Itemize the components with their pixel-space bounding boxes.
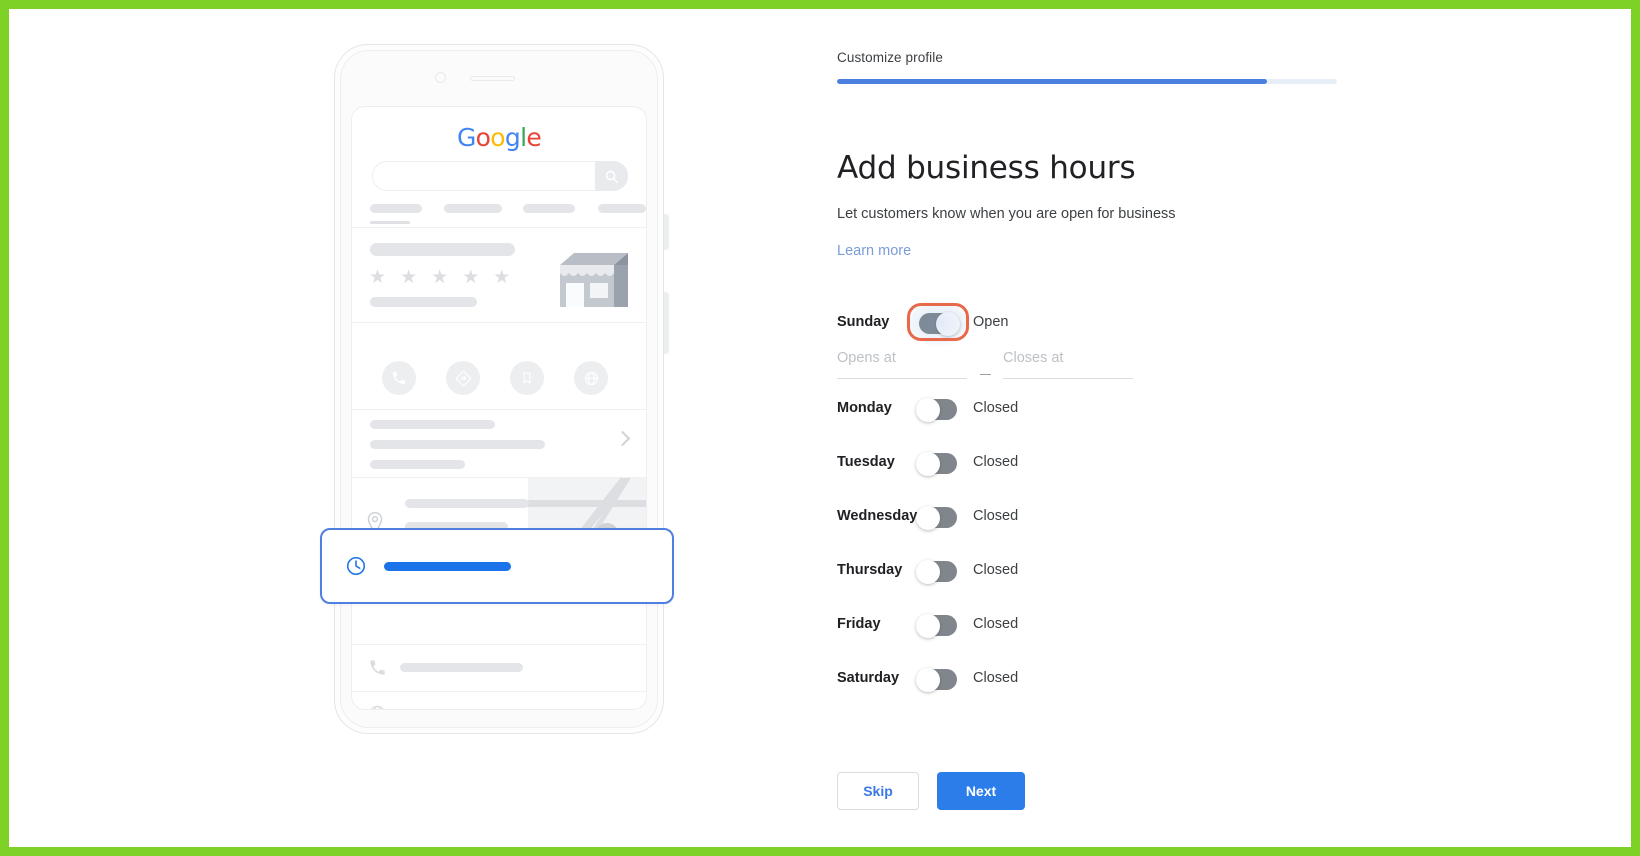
day-state-label-wednesday: Closed [973, 508, 1019, 524]
toggle-knob [916, 505, 940, 530]
time-range-separator [980, 373, 991, 375]
page-canvas: Google ★ ★ ★ ★ ★ Customize profile Add b… [9, 9, 1631, 847]
day-row-tuesday: Tuesday Closed [837, 445, 1237, 499]
day-label-saturday: Saturday [837, 670, 900, 686]
preview-rating-stars: ★ ★ ★ ★ ★ [369, 266, 515, 288]
toggle-knob [916, 451, 940, 476]
page-title: Add business hours [837, 149, 1136, 186]
website-icon [371, 705, 384, 709]
preview-active-tab-underline [370, 221, 410, 224]
clock-icon [346, 556, 366, 576]
preview-business-hours-highlight-card [320, 528, 674, 604]
preview-action-icons-row [352, 361, 646, 399]
phone-screen: Google ★ ★ ★ ★ ★ [351, 106, 647, 710]
day-label-friday: Friday [837, 616, 881, 632]
preview-business-name-placeholder [370, 243, 515, 256]
day-row-sunday: Sunday Open [837, 299, 1237, 391]
preview-website-line [400, 709, 531, 710]
directions-icon [446, 361, 480, 395]
day-row-thursday: Thursday Closed [837, 553, 1237, 607]
day-label-thursday: Thursday [837, 562, 903, 578]
friday-open-toggle[interactable] [916, 613, 957, 638]
search-icon [595, 161, 628, 191]
onboarding-form-panel: Customize profile Add business hours Let… [837, 9, 1477, 847]
preview-list-line [370, 420, 495, 429]
tuesday-open-toggle[interactable] [916, 451, 957, 476]
next-button[interactable]: Next [937, 772, 1025, 810]
closes-at-input[interactable] [1003, 350, 1133, 366]
step-label: Customize profile [837, 50, 943, 65]
divider [352, 691, 646, 692]
preview-business-subtitle-placeholder [370, 297, 477, 307]
phone-camera-icon [435, 72, 446, 83]
preview-list-line [370, 440, 545, 449]
phone-speaker-grille [470, 76, 515, 81]
opens-at-input[interactable] [837, 350, 967, 366]
day-label-tuesday: Tuesday [837, 454, 895, 470]
toggle-knob [916, 559, 940, 584]
preview-hours-accent-bar [384, 561, 511, 571]
thursday-open-toggle[interactable] [916, 559, 957, 584]
annotated-screenshot-frame: Google ★ ★ ★ ★ ★ Customize profile Add b… [0, 0, 1640, 856]
page-description: Let customers know when you are open for… [837, 206, 1176, 222]
closes-at-field[interactable] [1003, 349, 1133, 379]
day-state-label-monday: Closed [973, 400, 1019, 416]
day-state-label-thursday: Closed [973, 562, 1019, 578]
chevron-right-icon [614, 430, 631, 447]
opens-at-field[interactable] [837, 349, 967, 379]
divider [352, 644, 646, 645]
day-row-saturday: Saturday Closed [837, 661, 1237, 715]
progress-bar-track [837, 79, 1337, 84]
toggle-knob [916, 667, 940, 692]
divider [352, 409, 646, 410]
day-label-wednesday: Wednesday [837, 508, 918, 524]
phone-icon [382, 361, 416, 395]
website-icon [574, 361, 608, 395]
divider [352, 322, 646, 323]
form-action-buttons: Skip Next [837, 772, 1025, 810]
phone-preview-mockup: Google ★ ★ ★ ★ ★ [334, 44, 669, 734]
day-row-monday: Monday Closed [837, 391, 1237, 445]
preview-address-line [405, 499, 529, 508]
learn-more-link[interactable]: Learn more [837, 243, 911, 259]
saturday-open-toggle[interactable] [916, 667, 957, 692]
divider [352, 227, 646, 228]
phone-icon [370, 660, 385, 675]
day-label-monday: Monday [837, 400, 892, 416]
storefront-illustration [552, 243, 628, 312]
skip-button[interactable]: Skip [837, 772, 919, 810]
day-row-wednesday: Wednesday Closed [837, 499, 1237, 553]
time-range-fields [837, 347, 1137, 379]
preview-list-line [370, 460, 465, 469]
progress-bar-fill [837, 79, 1267, 84]
business-hours-day-list: SundayOpenMondayClosedTuesdayClosedWedne… [837, 299, 1237, 715]
wednesday-open-toggle[interactable] [916, 505, 957, 530]
day-label-sunday: Sunday [837, 314, 890, 330]
day-state-label-tuesday: Closed [973, 454, 1019, 470]
preview-phone-line [400, 663, 523, 672]
preview-search-input [372, 161, 628, 191]
bookmark-icon [510, 361, 544, 395]
toggle-knob [916, 613, 940, 638]
day-state-label-sunday: Open [973, 314, 1009, 330]
preview-chip-row [370, 204, 646, 213]
google-logo: Google [456, 123, 542, 152]
toggle-knob [936, 311, 960, 336]
sunday-open-toggle[interactable] [919, 311, 960, 336]
monday-open-toggle[interactable] [916, 397, 957, 422]
toggle-knob [916, 397, 940, 422]
day-row-friday: Friday Closed [837, 607, 1237, 661]
day-state-label-friday: Closed [973, 616, 1019, 632]
phone-side-button-power [664, 292, 669, 354]
day-state-label-saturday: Closed [973, 670, 1019, 686]
phone-side-button-volume [664, 214, 669, 250]
